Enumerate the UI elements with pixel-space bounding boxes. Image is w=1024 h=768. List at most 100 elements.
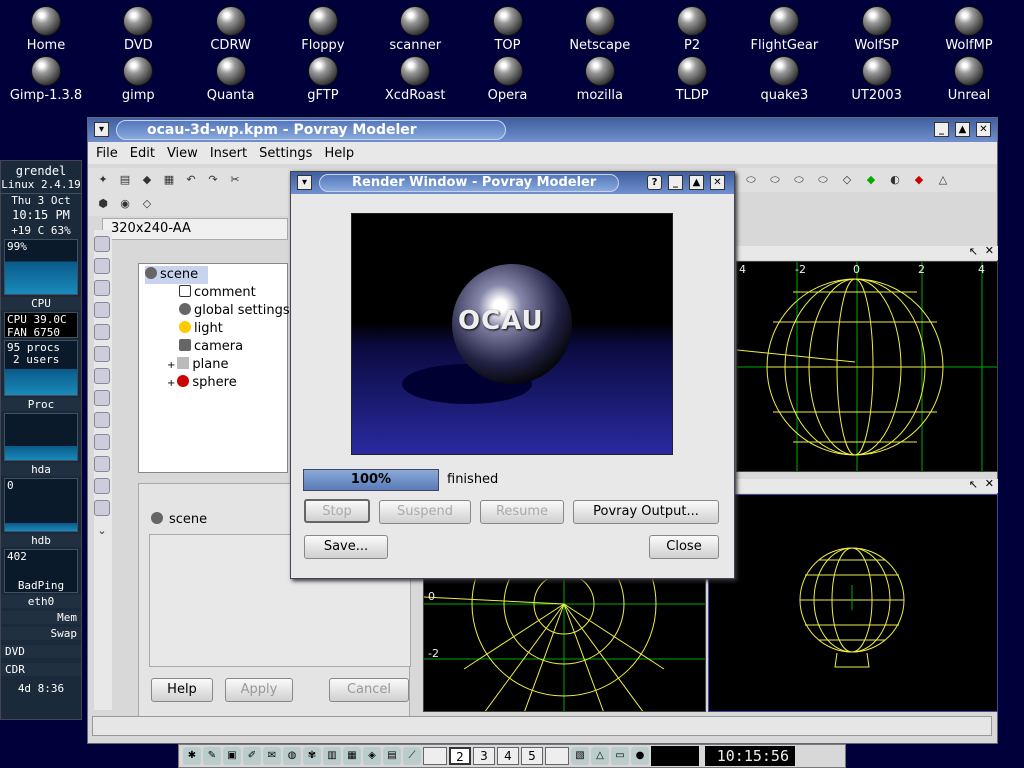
maximize-icon[interactable]: ▲ bbox=[955, 122, 970, 137]
menu-file[interactable]: File bbox=[96, 146, 118, 161]
desktop-icon-gimp[interactable]: gimp bbox=[92, 56, 184, 103]
lathe-icon[interactable]: ⬭ bbox=[766, 171, 784, 189]
pager-preview[interactable] bbox=[651, 746, 699, 766]
taskbar-clock[interactable]: 10:15:56 bbox=[705, 746, 795, 766]
desktop-icon-dvd[interactable]: DVD bbox=[92, 6, 184, 53]
window-menu-icon[interactable]: ▾ bbox=[94, 122, 109, 137]
insert-union-icon[interactable] bbox=[94, 236, 110, 252]
desktop-1-button[interactable] bbox=[423, 747, 447, 765]
settings-icon[interactable]: ◇ bbox=[138, 195, 156, 213]
help-icon[interactable]: ? bbox=[647, 175, 662, 190]
rotate-icon[interactable] bbox=[94, 456, 110, 472]
redo-icon[interactable]: ↷ bbox=[204, 171, 222, 189]
tree-node-comment[interactable]: comment bbox=[179, 284, 256, 302]
stop-button[interactable]: Stop bbox=[304, 499, 370, 523]
triangle-icon[interactable]: △ bbox=[934, 171, 952, 189]
paint-icon[interactable]: ✾ bbox=[303, 747, 321, 765]
save-icon[interactable]: ◆ bbox=[138, 171, 156, 189]
desktop-icon-gftp[interactable]: gFTP bbox=[277, 56, 369, 103]
insert-sphere-icon[interactable] bbox=[94, 258, 110, 274]
mail-icon[interactable]: ✉ bbox=[263, 747, 281, 765]
menu-settings[interactable]: Settings bbox=[259, 146, 312, 161]
menu-help[interactable]: Help bbox=[324, 146, 354, 161]
desktop-6-button[interactable] bbox=[545, 747, 569, 765]
network-icon[interactable]: ▭ bbox=[611, 747, 629, 765]
matrix-icon[interactable] bbox=[94, 500, 110, 516]
tree-node-global-settings[interactable]: global settings bbox=[179, 302, 290, 320]
tree-node-camera[interactable]: camera bbox=[179, 338, 243, 356]
view-resize-icon[interactable]: ↖ bbox=[969, 245, 978, 258]
desktop-icon-quanta[interactable]: Quanta bbox=[185, 56, 277, 103]
insert-texture-icon[interactable] bbox=[94, 368, 110, 384]
preview-icon[interactable]: ◉ bbox=[116, 195, 134, 213]
globe-icon[interactable]: ◍ bbox=[283, 747, 301, 765]
render-icon[interactable]: ⬢ bbox=[94, 195, 112, 213]
view-close-icon[interactable]: ✕ bbox=[985, 244, 994, 257]
scale-icon[interactable] bbox=[94, 478, 110, 494]
tree-node-plane[interactable]: + plane bbox=[167, 356, 228, 374]
desktop-icon-unreal[interactable]: Unreal bbox=[923, 56, 1015, 103]
tux-icon[interactable]: △ bbox=[591, 747, 609, 765]
desktop-5-button[interactable]: 5 bbox=[521, 747, 543, 765]
desktop-icon-cdrw[interactable]: CDRW bbox=[185, 6, 277, 53]
desktop-icon-tldp[interactable]: TLDP bbox=[646, 56, 738, 103]
render-mode-select[interactable]: 320x240-AA bbox=[102, 218, 288, 240]
tree-node-sphere[interactable]: + sphere bbox=[167, 374, 237, 392]
open-folder-icon[interactable]: ▤ bbox=[116, 171, 134, 189]
brush-icon[interactable]: ⟋ bbox=[403, 747, 421, 765]
new-file-icon[interactable]: ✦ bbox=[94, 171, 112, 189]
menu-edit[interactable]: Edit bbox=[130, 146, 155, 161]
render-close-icon[interactable]: ✕ bbox=[710, 175, 725, 190]
povray-output-button[interactable]: Povray Output... bbox=[573, 500, 719, 524]
klipper-icon[interactable]: ▧ bbox=[571, 747, 589, 765]
disc-icon[interactable]: ◐ bbox=[886, 171, 904, 189]
insert-raw-icon[interactable] bbox=[94, 412, 110, 428]
close-button[interactable]: Close bbox=[649, 535, 719, 559]
terminal-icon[interactable]: ▣ bbox=[223, 747, 241, 765]
kde-menu-icon[interactable]: ✱ bbox=[183, 747, 201, 765]
bottom-right-view[interactable] bbox=[708, 494, 998, 712]
desktop-icon-netscape[interactable]: Netscape bbox=[554, 6, 646, 53]
desktop-icon-ut2003[interactable]: UT2003 bbox=[831, 56, 923, 103]
minimize-icon[interactable]: _ bbox=[934, 122, 949, 137]
render-maximize-icon[interactable]: ▲ bbox=[689, 175, 704, 190]
chip-icon[interactable]: ▦ bbox=[343, 747, 361, 765]
insert-box-icon[interactable] bbox=[94, 302, 110, 318]
book-icon[interactable]: ▥ bbox=[323, 747, 341, 765]
desktop-2-button[interactable]: 2 bbox=[449, 747, 471, 765]
print-icon[interactable]: ▦ bbox=[160, 171, 178, 189]
desktop-icon-mozilla[interactable]: mozilla bbox=[554, 56, 646, 103]
desktop-icon-home[interactable]: Home bbox=[0, 6, 92, 53]
insert-camera-icon[interactable] bbox=[94, 324, 110, 340]
tree-node-scene[interactable]: scene bbox=[145, 266, 209, 284]
menu-view[interactable]: View bbox=[167, 146, 198, 161]
top-right-view[interactable]: 4 -2 0 2 4 bbox=[736, 261, 998, 472]
insert-comment-icon[interactable] bbox=[94, 390, 110, 406]
sor-icon[interactable]: ⬭ bbox=[790, 171, 808, 189]
tree-node-light[interactable]: light bbox=[179, 320, 223, 338]
desktop-icon-top[interactable]: TOP bbox=[462, 6, 554, 53]
menu-insert[interactable]: Insert bbox=[210, 146, 247, 161]
desktop-icon-opera[interactable]: Opera bbox=[462, 56, 554, 103]
cone-icon[interactable]: ◆ bbox=[862, 171, 880, 189]
help-button[interactable]: Help bbox=[151, 678, 213, 702]
desktop-icon-xcdroast[interactable]: XcdRoast bbox=[369, 56, 461, 103]
view-close-icon[interactable]: ✕ bbox=[985, 477, 994, 490]
resume-button[interactable]: Resume bbox=[480, 500, 564, 524]
desktop-icon-scanner[interactable]: scanner bbox=[369, 6, 461, 53]
close-icon[interactable]: ✕ bbox=[976, 122, 991, 137]
save-button[interactable]: Save... bbox=[304, 535, 388, 559]
render-titlebar[interactable]: ▾ Render Window - Povray Modeler ? _ ▲ ✕ bbox=[291, 172, 734, 194]
notes-icon[interactable]: ✐ bbox=[243, 747, 261, 765]
suspend-button[interactable]: Suspend bbox=[379, 500, 471, 524]
user-icon[interactable]: ● bbox=[631, 747, 649, 765]
desktop-icon-gimp-1-3-8[interactable]: Gimp-1.3.8 bbox=[0, 56, 92, 103]
insert-light-icon[interactable] bbox=[94, 280, 110, 296]
render-window-menu-icon[interactable]: ▾ bbox=[297, 175, 312, 190]
desktop-icon-floppy[interactable]: Floppy bbox=[277, 6, 369, 53]
desktop-icon-quake3[interactable]: quake3 bbox=[738, 56, 830, 103]
torus-icon[interactable]: ⬭ bbox=[742, 171, 760, 189]
cut-icon[interactable]: ✂ bbox=[226, 171, 244, 189]
editor-icon[interactable]: ✎ bbox=[203, 747, 221, 765]
desktop-icon-p2[interactable]: P2 bbox=[646, 6, 738, 53]
